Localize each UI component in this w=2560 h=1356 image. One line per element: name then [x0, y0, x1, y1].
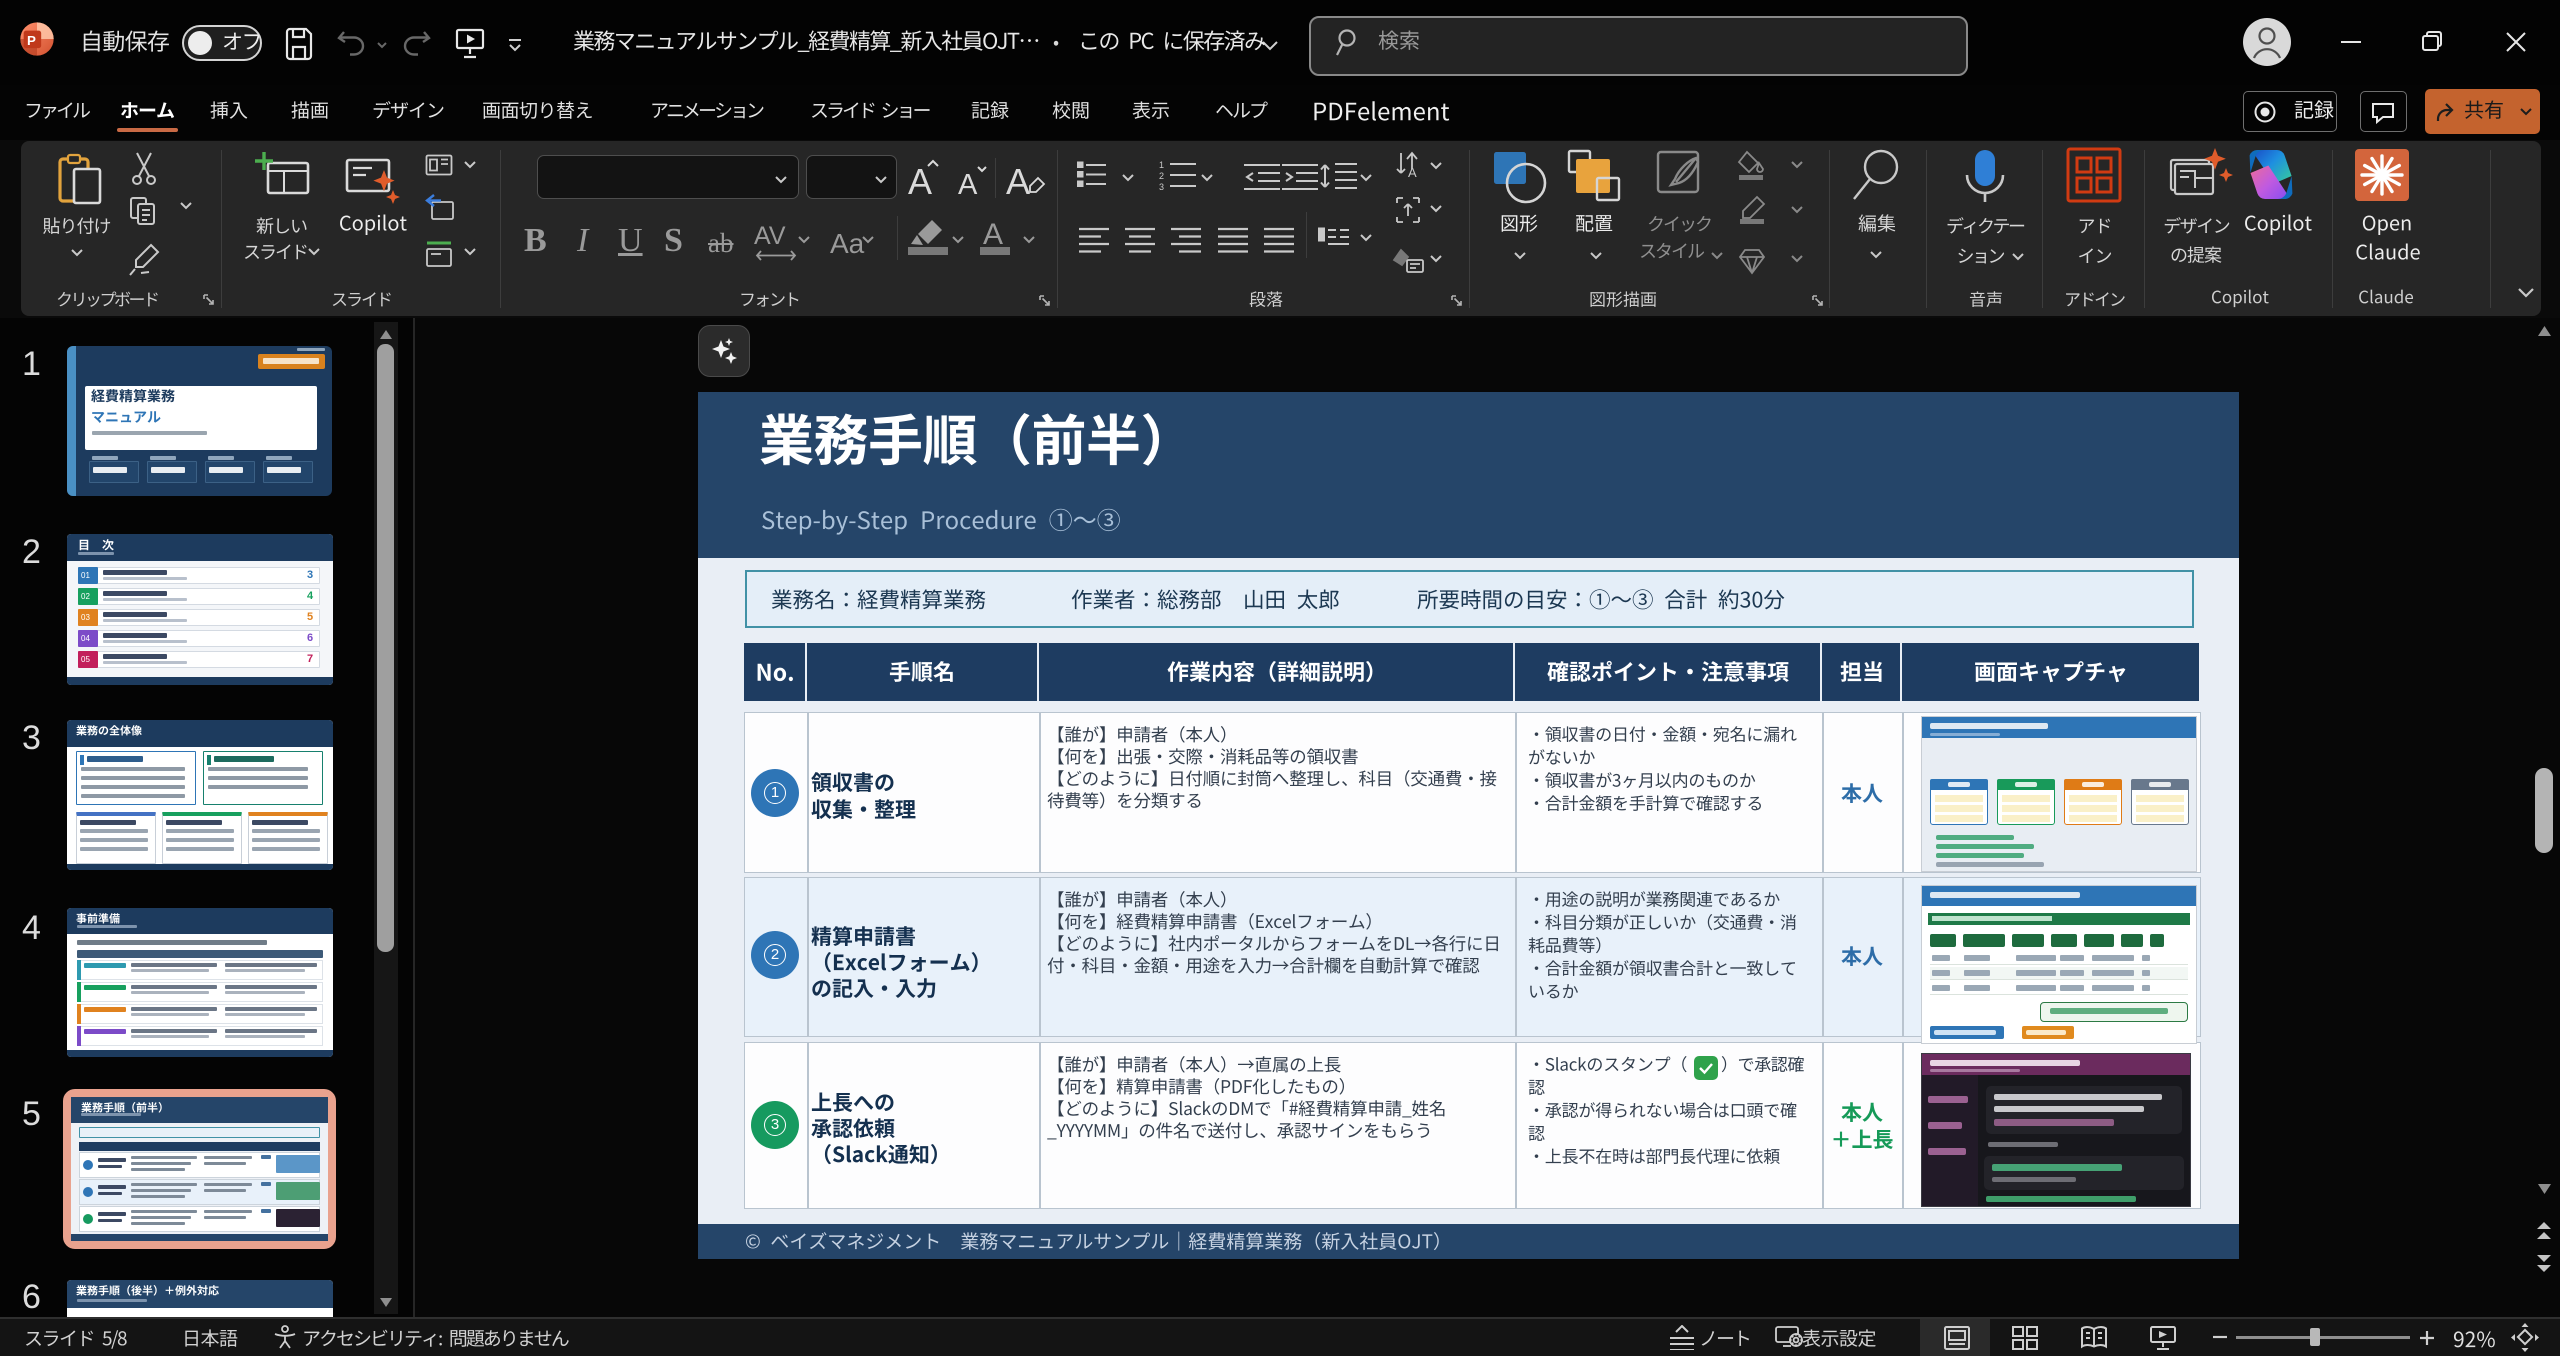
svg-text:P: P — [27, 33, 36, 48]
svg-text:A: A — [908, 161, 932, 198]
svg-text:2: 2 — [1159, 171, 1164, 181]
svg-text:1: 1 — [1159, 160, 1164, 170]
svg-text:A: A — [958, 169, 978, 198]
svg-text:A: A — [1408, 165, 1417, 179]
svg-text:A: A — [1006, 161, 1030, 198]
svg-text:AV: AV — [754, 222, 786, 250]
svg-text:3: 3 — [1159, 182, 1164, 190]
svg-text:A: A — [983, 218, 1003, 251]
